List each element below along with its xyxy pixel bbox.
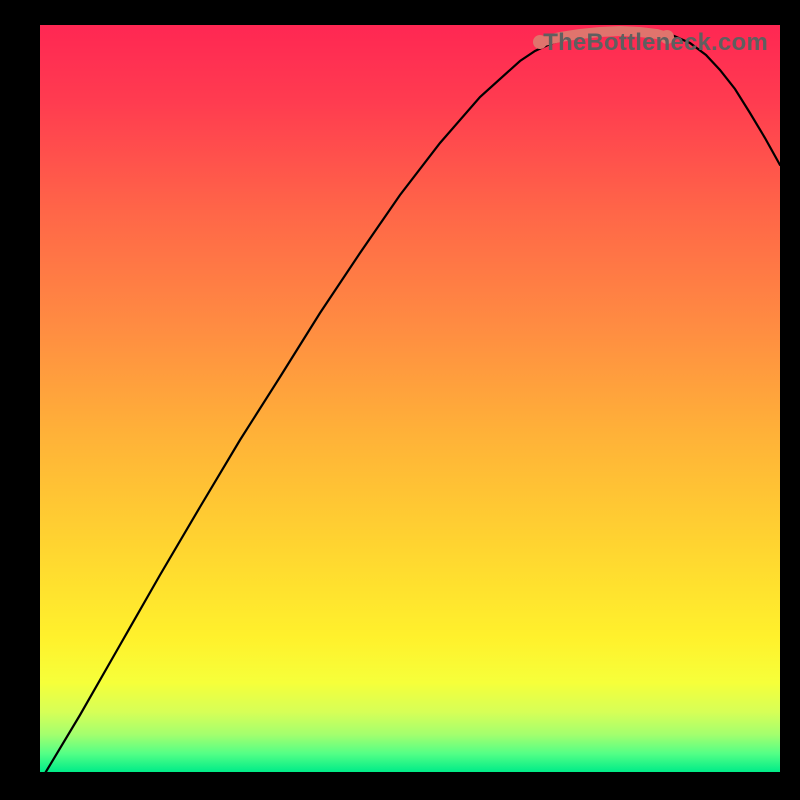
curve-line	[44, 30, 780, 775]
chart-area: TheBottleneck.com	[40, 25, 780, 775]
watermark-text: TheBottleneck.com	[543, 29, 768, 57]
chart-overlay	[40, 25, 780, 775]
